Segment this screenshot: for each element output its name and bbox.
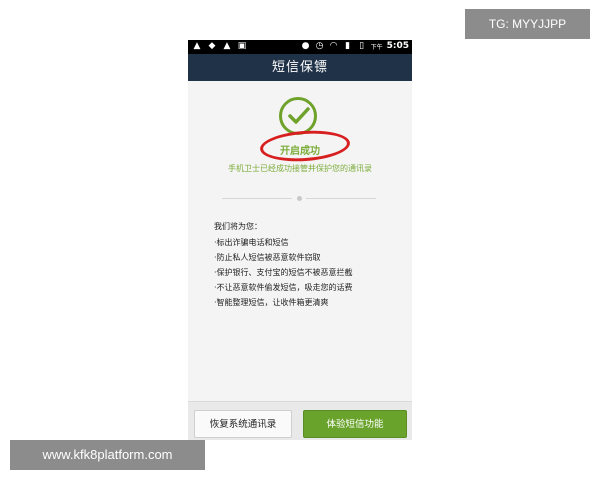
divider: [222, 198, 292, 199]
check-icon: [279, 97, 317, 135]
features-title: 我们将为您：: [214, 222, 262, 231]
list-item: ·不让恶意软件偷发短信，吸走您的话费: [214, 283, 353, 292]
title-bar: 短信保镖: [188, 54, 412, 81]
highlight-ellipse: [259, 127, 351, 165]
restore-contacts-button[interactable]: 恢复系统通讯录: [194, 410, 292, 438]
list-item: ·智能整理短信，让收件箱更清爽: [214, 298, 329, 307]
wifi-icon: ◠: [329, 41, 338, 51]
divider: [306, 198, 376, 199]
alarm-icon: ◷: [315, 41, 324, 51]
list-item: ·保护银行、支付宝的短信不被恶意拦截: [214, 268, 353, 277]
warning-icon: ▲: [193, 41, 201, 51]
signal-icon: ▮: [345, 41, 351, 51]
status-subtitle: 手机卫士已经成功接管并保护您的通讯录: [228, 164, 372, 173]
warning-icon: ▲: [223, 41, 231, 51]
watermark-tg: TG: MYYJJPP: [465, 9, 590, 39]
main-content: 开启成功 手机卫士已经成功接管并保护您的通讯录 我们将为您： ·标出诈骗电话和短…: [188, 81, 412, 440]
watermark-url: www.kfk8platform.com: [10, 440, 205, 470]
list-item: ·标出诈骗电话和短信: [214, 238, 289, 247]
try-sms-button[interactable]: 体验短信功能: [303, 410, 407, 438]
status-bar: ▲ ◆ ▲ ▣ ● ◷ ◠ ▮ ▯ 下午 5:05: [188, 40, 412, 54]
list-item: ·防止私人短信被恶意软件窃取: [214, 253, 321, 262]
location-icon: ●: [301, 41, 310, 51]
features-list: ·标出诈骗电话和短信 ·防止私人短信被恶意软件窃取 ·保护银行、支付宝的短信不被…: [214, 235, 353, 310]
status-time: 5:05: [386, 41, 409, 51]
phone-screen: ▲ ◆ ▲ ▣ ● ◷ ◠ ▮ ▯ 下午 5:05 短信保镖 开启成功 手机卫士…: [188, 40, 412, 440]
shield-icon: ◆: [208, 41, 216, 51]
image-icon: ▣: [237, 41, 247, 51]
bottom-bar: 恢复系统通讯录 体验短信功能: [188, 401, 412, 440]
battery-icon: ▯: [359, 41, 365, 51]
divider-dot: [297, 196, 302, 201]
status-ampm: 下午: [370, 43, 383, 51]
page-title: 短信保镖: [271, 60, 328, 75]
